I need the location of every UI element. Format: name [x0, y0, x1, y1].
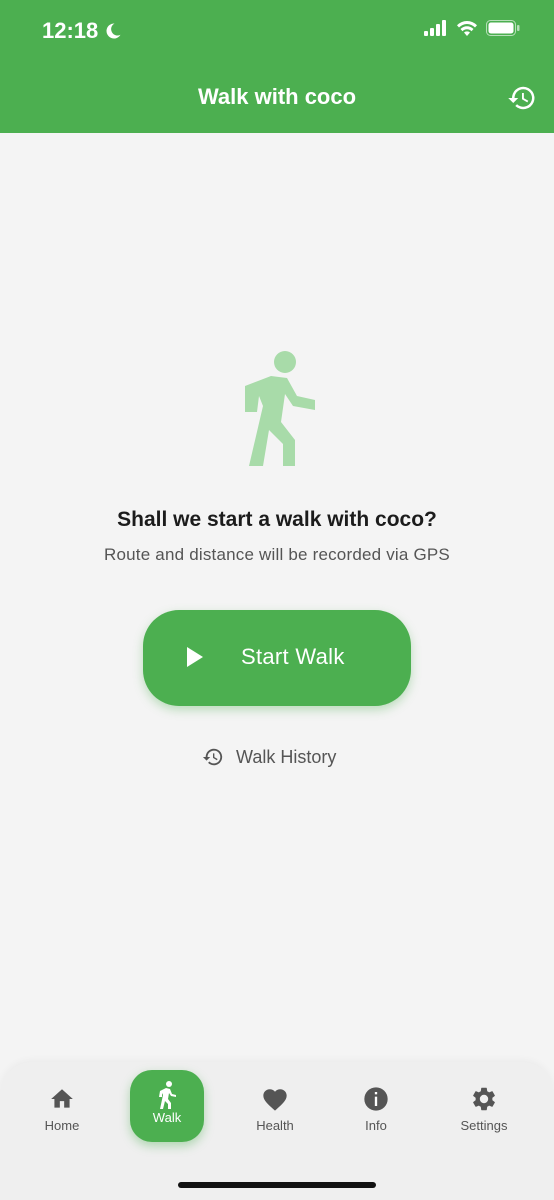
walk-history-label: Walk History: [236, 746, 337, 767]
home-icon: [51, 1089, 73, 1108]
nav-label-info: Info: [365, 1118, 387, 1133]
walk-icon: [159, 1081, 176, 1109]
heart-icon: [263, 1089, 287, 1111]
play-icon: [187, 647, 203, 667]
walk-prompt: Shall we start a walk with coco?: [117, 508, 437, 531]
history-icon: [508, 86, 535, 110]
home-indicator: [178, 1182, 376, 1188]
start-walk-label: Start Walk: [241, 644, 345, 669]
history-icon: [202, 748, 223, 766]
status-icons: [424, 20, 520, 36]
app-header: 12:18 Walk with coco: [0, 0, 554, 133]
gps-note: Route and distance will be recorded via …: [104, 545, 450, 564]
start-walk-button[interactable]: Start Walk: [143, 610, 411, 706]
nav-item-health[interactable]: Health: [230, 1084, 320, 1133]
nav-label-home: Home: [44, 1118, 80, 1133]
nav-label-settings: Settings: [460, 1118, 508, 1133]
nav-label-health: Health: [256, 1118, 294, 1133]
nav-item-home[interactable]: Home: [17, 1084, 107, 1133]
walk-history-link[interactable]: Walk History: [202, 746, 336, 768]
history-button[interactable]: [506, 82, 538, 114]
signal-icon: [424, 20, 446, 36]
wifi-icon: [457, 20, 477, 36]
page-title: Walk with coco: [197, 84, 357, 109]
moon-icon: [106, 23, 121, 39]
nav-item-settings[interactable]: Settings: [439, 1084, 529, 1133]
nav-item-walk[interactable]: Walk: [130, 1070, 204, 1142]
info-icon: [364, 1087, 388, 1111]
status-time: 12:18: [42, 18, 122, 44]
time-text: 12:18: [42, 18, 99, 43]
battery-icon: [486, 20, 520, 36]
walking-person-icon: [245, 351, 315, 466]
nav-item-info[interactable]: Info: [331, 1084, 421, 1133]
gear-icon: [473, 1087, 495, 1111]
nav-label-walk: Walk: [152, 1110, 182, 1125]
bottom-navigation: Home Walk Health Info Settings: [0, 1062, 554, 1200]
